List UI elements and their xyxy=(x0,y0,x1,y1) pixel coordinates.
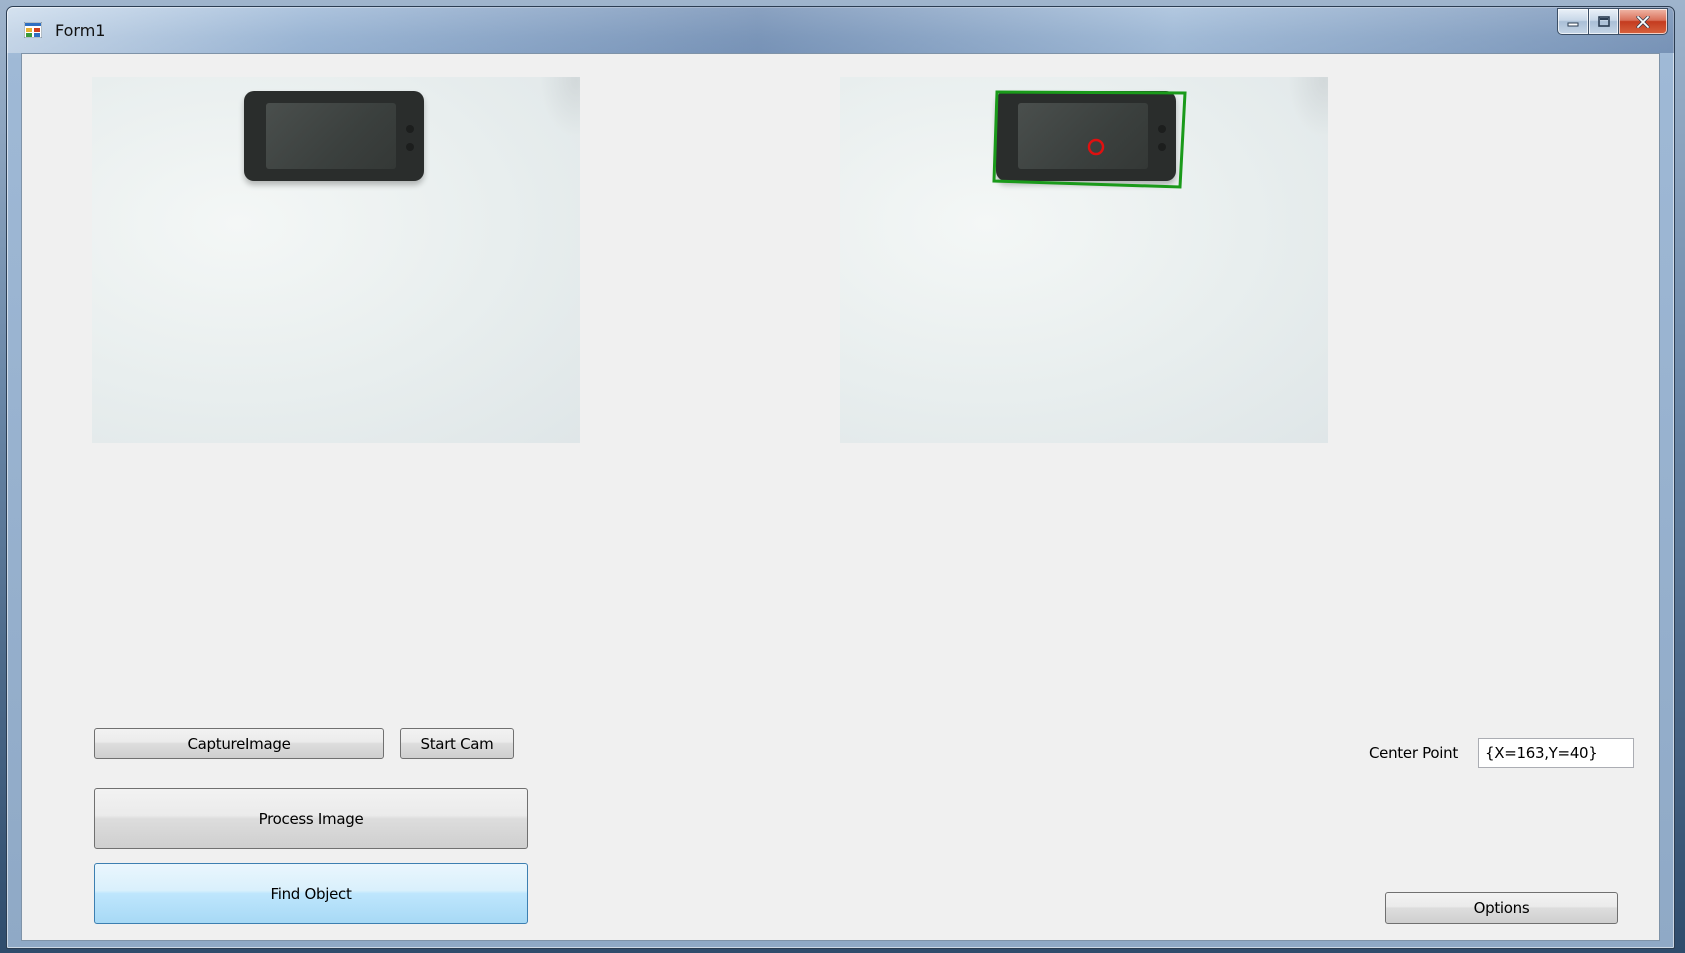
title-bar[interactable]: Form1 xyxy=(7,7,1674,53)
center-point-textbox[interactable] xyxy=(1478,738,1634,768)
minimize-icon xyxy=(1567,22,1579,26)
minimize-button[interactable] xyxy=(1557,8,1588,35)
detection-outline xyxy=(992,90,1187,189)
window-title: Form1 xyxy=(55,21,106,40)
phone-in-image xyxy=(244,91,424,181)
maximize-icon xyxy=(1597,16,1610,27)
detection-overlay xyxy=(992,90,1187,189)
close-icon xyxy=(1636,15,1650,28)
capture-image-button[interactable]: CaptureImage xyxy=(94,728,384,759)
options-button[interactable]: Options xyxy=(1385,892,1618,924)
form-client-area: CaptureImage Start Cam Process Image Fin… xyxy=(21,53,1660,941)
start-cam-button[interactable]: Start Cam xyxy=(400,728,514,759)
find-object-button[interactable]: Find Object xyxy=(94,863,528,924)
center-point-label: Center Point xyxy=(1369,744,1458,762)
close-button[interactable] xyxy=(1618,8,1668,35)
captured-image-box xyxy=(92,77,580,443)
main-window: Form1 CaptureImage Start Cam Process Ima… xyxy=(6,6,1675,949)
caption-buttons xyxy=(1557,8,1668,35)
maximize-button[interactable] xyxy=(1588,8,1618,35)
process-image-button[interactable]: Process Image xyxy=(94,788,528,849)
processed-image-box xyxy=(840,77,1328,443)
center-point-marker xyxy=(1087,138,1105,156)
form-app-icon xyxy=(24,22,42,38)
